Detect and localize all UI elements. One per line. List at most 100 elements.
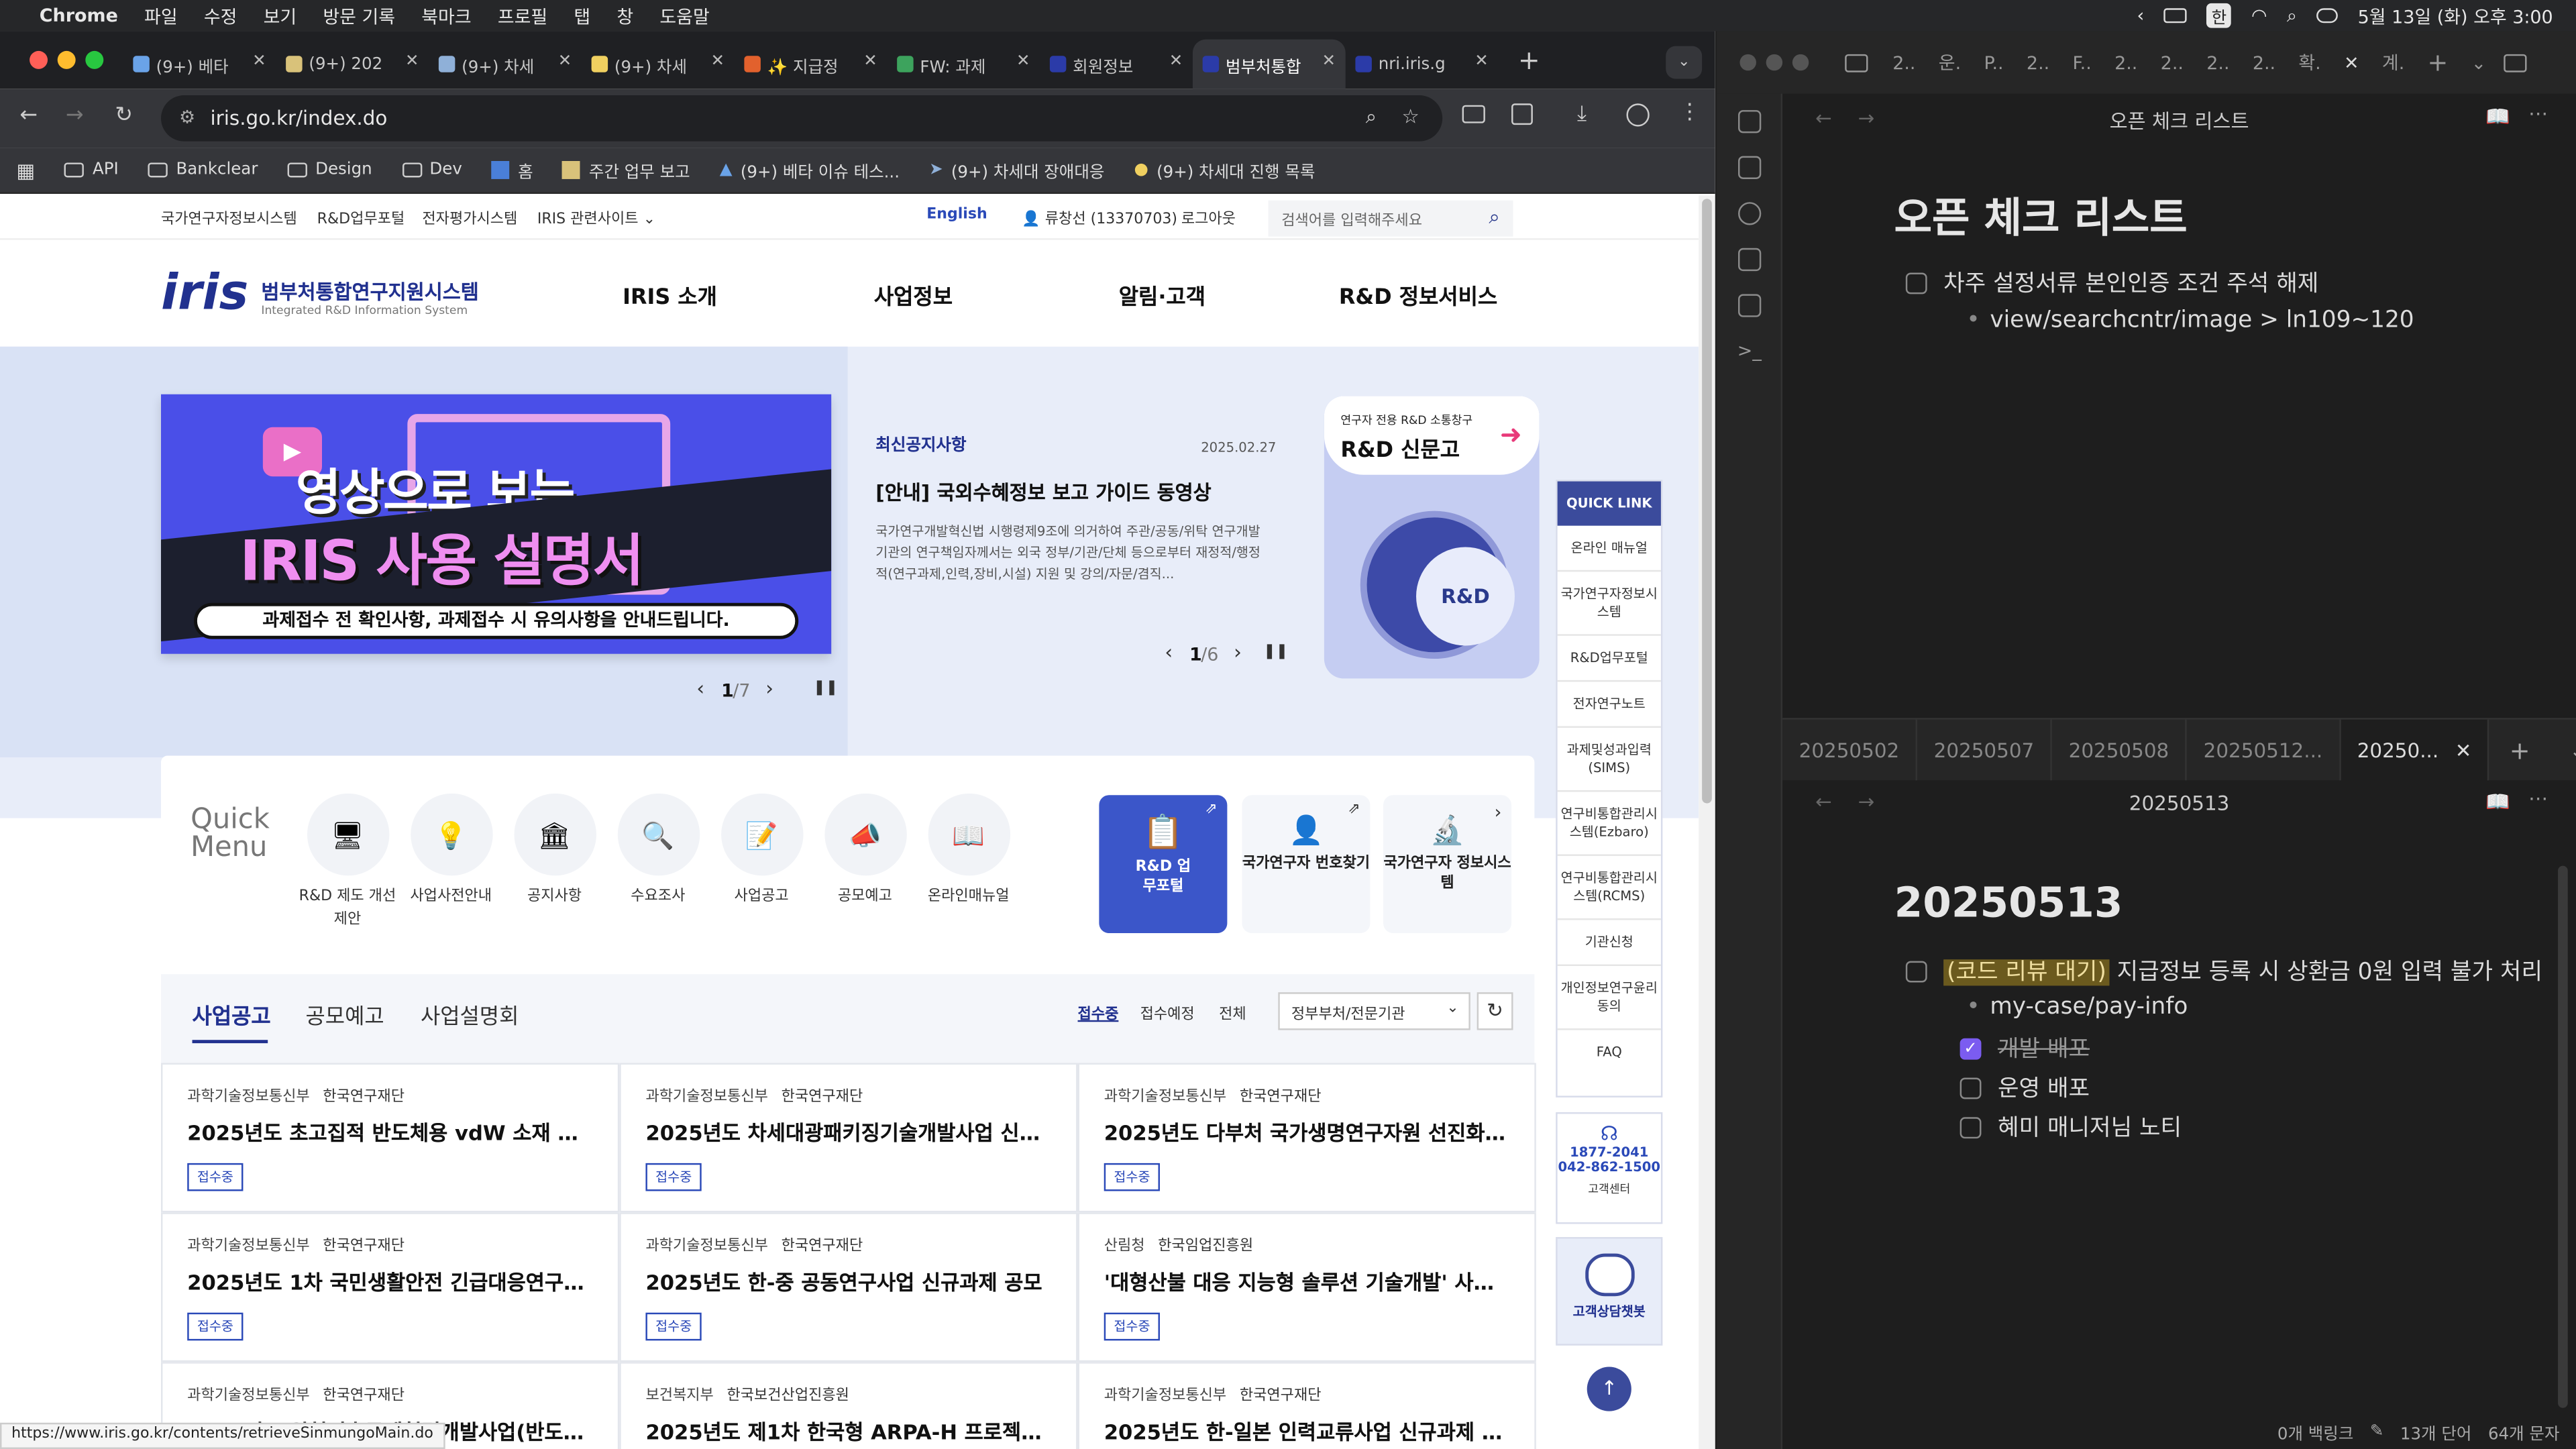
banner-slide[interactable]: ▶ 영상으로 보는 IRIS 사용 설명서 과제접수 전 확인사항, 과제접수 … xyxy=(161,394,832,654)
notice-next-icon[interactable]: › xyxy=(1234,641,1242,663)
reading-view-icon[interactable]: 📖 xyxy=(2485,790,2510,813)
refresh-button[interactable]: ↻ xyxy=(1477,992,1513,1030)
keyboard-icon[interactable] xyxy=(2163,8,2187,23)
tab-close-icon[interactable]: ✕ xyxy=(1169,52,1183,70)
edit-icon[interactable]: ✎ xyxy=(2370,1422,2384,1440)
minimize-window-button[interactable] xyxy=(57,50,76,69)
researcher-number-card[interactable]: ⇗ 👤 국가연구자 번호찾기 xyxy=(1242,795,1371,934)
menu-item-tab[interactable]: 탭 xyxy=(561,3,604,29)
minimize-window-button[interactable] xyxy=(1766,54,1783,71)
obs-tab-20250508[interactable]: 20250508 xyxy=(2052,718,2188,782)
more-options-icon[interactable]: ⋯ xyxy=(2528,102,2548,125)
search-icon[interactable]: ⌕ xyxy=(1489,205,1499,230)
more-options-icon[interactable]: ⋯ xyxy=(2528,787,2548,810)
menu-app-name[interactable]: Chrome xyxy=(26,5,131,26)
quick-menu-item[interactable]: 📣 공모예고 xyxy=(813,793,916,932)
obs-tab[interactable]: 운. xyxy=(1927,49,1973,75)
user-info[interactable]: 👤 류창선 (13370703) xyxy=(1022,207,1177,228)
tab-close-icon[interactable]: ✕ xyxy=(710,52,724,70)
chevron-right-icon[interactable]: › xyxy=(1495,802,1502,823)
browser-tab[interactable]: (9+) 차세 ✕ xyxy=(582,40,735,89)
task-checkbox[interactable] xyxy=(1905,272,1927,294)
obs-tab[interactable]: 2.. xyxy=(2149,52,2196,73)
obs-tab-20250512[interactable]: 20250512... xyxy=(2187,718,2341,782)
bookmark-folder-api[interactable]: API xyxy=(64,161,119,179)
bookmark-home[interactable]: 홈 xyxy=(491,158,533,182)
page-scrollbar-thumb[interactable] xyxy=(1702,199,1712,804)
grid-icon[interactable] xyxy=(1737,248,1761,272)
reload-icon[interactable]: ↻ xyxy=(115,103,133,128)
obs-tab[interactable]: 2.. xyxy=(2195,52,2241,73)
tab-close-icon[interactable]: ✕ xyxy=(1474,52,1489,70)
obs-tab[interactable]: 확. xyxy=(2287,49,2332,75)
notice-prev-icon[interactable]: ‹ xyxy=(1165,641,1173,663)
tab-briefing[interactable]: 사업설명회 xyxy=(421,999,519,1030)
search-icon[interactable]: ⌕ xyxy=(2287,4,2297,27)
filter-upcoming[interactable]: 접수예정 xyxy=(1140,1002,1195,1023)
announcement-card[interactable]: 과학기술정보통신부 한국연구재단 2025년도 다부처 국가생명연구자원 선진화사.… xyxy=(1077,1063,1536,1213)
notice-title[interactable]: [안내] 국외수혜정보 보고 가이드 동영상 xyxy=(875,478,1211,506)
filter-all[interactable]: 전체 xyxy=(1219,1002,1246,1023)
gnb-notice-customer[interactable]: 알림·고객 xyxy=(1119,279,1205,311)
bookmark-incident[interactable]: ➤ (9+) 차세대 장애대응 xyxy=(929,158,1104,182)
iris-logo[interactable]: iris xyxy=(161,264,248,322)
camera-icon[interactable] xyxy=(1462,105,1485,123)
download-icon[interactable]: ⤓ xyxy=(1577,102,1587,127)
obs-tab[interactable]: 2.. xyxy=(1881,52,1927,73)
bookmark-star-icon[interactable]: ☆ xyxy=(1402,105,1419,128)
right-sidebar-toggle-icon[interactable] xyxy=(2504,53,2528,72)
quick-menu-item[interactable]: 🔍 수요조사 xyxy=(606,793,710,932)
announcement-card[interactable]: 과학기술정보통신부 한국연구재단 2025년도 한-중 공동연구사업 신규과제 공모… xyxy=(619,1212,1078,1362)
more-menu-icon[interactable]: ⋮ xyxy=(1679,100,1701,125)
control-center-icon[interactable] xyxy=(2316,8,2339,23)
menu-item-profile[interactable]: 프로필 xyxy=(484,3,561,29)
subtask-item[interactable]: 운영 배포 xyxy=(1960,1071,2090,1104)
gnb-iris-intro[interactable]: IRIS 소개 xyxy=(623,279,717,311)
address-bar[interactable]: ⚙ iris.go.kr/index.do ⌕ ☆ xyxy=(161,95,1443,142)
new-tab-icon[interactable]: + xyxy=(2416,48,2459,77)
tab-close-icon[interactable]: ✕ xyxy=(863,52,877,70)
quick-link-researcher[interactable]: 국가연구자정보시스템 xyxy=(1557,572,1661,636)
logout-link[interactable]: 로그아웃 xyxy=(1181,207,1236,228)
close-window-button[interactable] xyxy=(1739,54,1756,71)
bookmark-folder-bankclear[interactable]: Bankclear xyxy=(148,161,258,179)
quick-menu-item[interactable]: 🏛 공지사항 xyxy=(502,793,606,932)
task-checkbox[interactable] xyxy=(1960,1116,1982,1138)
tab-close-icon[interactable]: ✕ xyxy=(1016,52,1030,70)
gnb-rnd-service[interactable]: R&D 정보서비스 xyxy=(1339,279,1497,311)
menu-item-history[interactable]: 방문 기록 xyxy=(310,3,409,29)
sidebar-toggle-icon[interactable] xyxy=(1845,53,1868,72)
english-link[interactable]: English xyxy=(926,207,987,223)
quick-menu-item[interactable]: 💡 사업사전안내 xyxy=(399,793,502,932)
new-tab-button[interactable]: + xyxy=(1498,44,1560,89)
announcement-card[interactable]: 과학기술정보통신부 한국연구재단 2025년도 초고집적 반도체용 vdW 소재 및… xyxy=(161,1063,620,1213)
util-link-rnd-portal[interactable]: R&D업무포털 xyxy=(317,207,405,228)
tab-close-icon[interactable]: ✕ xyxy=(405,52,419,70)
quick-menu-item[interactable]: 📝 사업공고 xyxy=(710,793,813,932)
task-item[interactable]: 차주 설정서류 본인인증 조건 주석 해제 xyxy=(1905,266,2318,299)
tab-pre-announcement[interactable]: 공모예고 xyxy=(306,999,384,1030)
tab-search-button[interactable]: ⌄ xyxy=(1666,46,1703,79)
menu-item-view[interactable]: 보기 xyxy=(250,3,310,29)
zoom-window-button[interactable] xyxy=(85,50,104,69)
obs-tab-20250502[interactable]: 20250502 xyxy=(1782,718,1918,782)
support-box[interactable]: ☊ 1877-2041 042-862-1500 고객센터 xyxy=(1556,1112,1663,1224)
tab-list-chevron-icon[interactable]: ⌄ xyxy=(2460,52,2498,73)
browser-tab[interactable]: FW: 과제 ✕ xyxy=(887,40,1040,89)
browser-tab[interactable]: (9+) 202 ✕ xyxy=(276,40,429,89)
wifi-icon[interactable]: ◠ xyxy=(2251,5,2267,26)
tab-close-icon[interactable]: ✕ xyxy=(2455,739,2472,761)
quick-link-notebook[interactable]: 전자연구노트 xyxy=(1557,682,1661,728)
new-tab-icon[interactable]: + xyxy=(2510,735,2530,765)
subtask-item-done[interactable]: ✓ 개발 배포 xyxy=(1960,1032,2090,1065)
banner-prev-icon[interactable]: ‹ xyxy=(696,677,704,700)
open-files-icon[interactable] xyxy=(1737,110,1761,133)
bookmark-progress[interactable]: ● (9+) 차세대 진행 목록 xyxy=(1134,158,1315,182)
util-link-evaluation[interactable]: 전자평가시스템 xyxy=(422,207,517,228)
obs-tab[interactable]: 계. xyxy=(2371,49,2416,75)
pane-scrollbar[interactable] xyxy=(2558,865,2568,1408)
menu-item-help[interactable]: 도움말 xyxy=(647,3,723,29)
scroll-top-button[interactable]: ↑ xyxy=(1587,1366,1631,1411)
obs-tab-active[interactable]: 20250... ✕ xyxy=(2341,718,2490,782)
zoom-icon[interactable]: ⌕ xyxy=(1366,105,1377,130)
